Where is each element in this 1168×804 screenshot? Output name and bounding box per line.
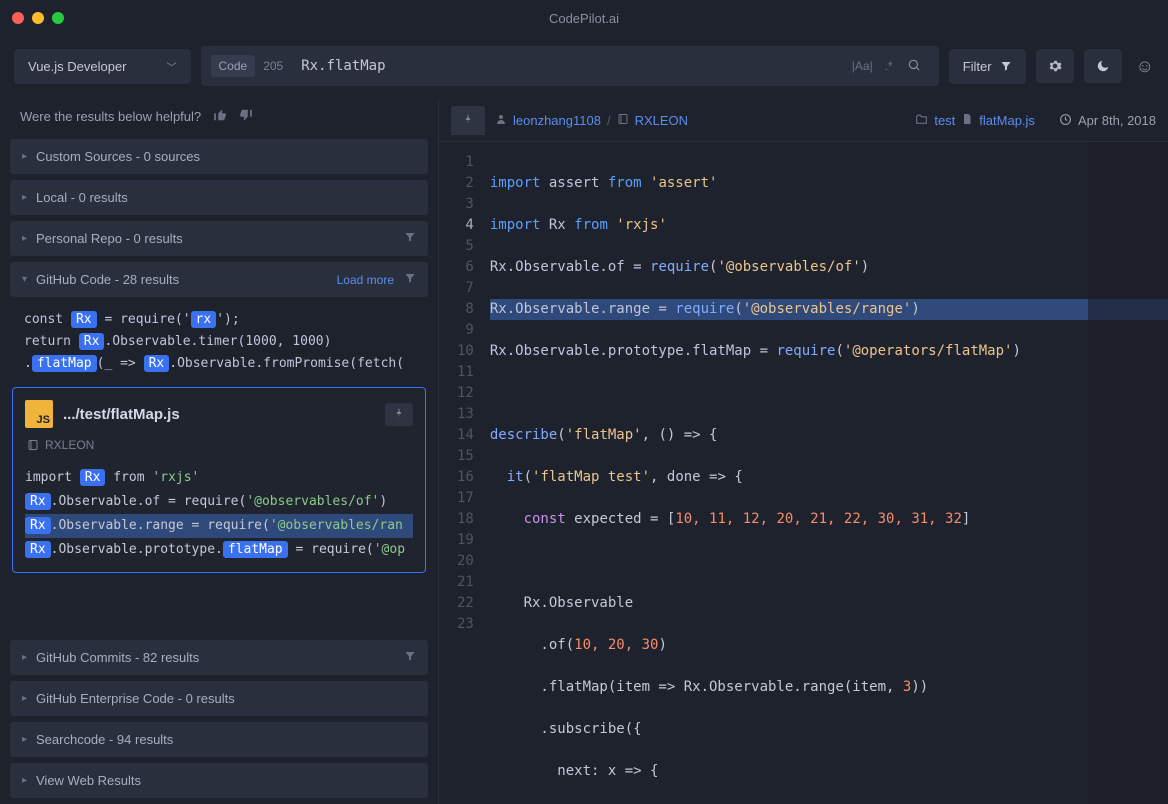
helpful-prompt: Were the results below helpful? [10,100,428,139]
source-web-results[interactable]: ▸ View Web Results [10,763,428,798]
regex-toggle[interactable]: .* [885,59,893,73]
user-icon [495,113,507,128]
code-viewer: leonzhang1108 / RXLEON test flatMap.js [438,100,1168,804]
caret-icon: ▸ [22,192,36,203]
date-text: Apr 8th, 2018 [1078,113,1156,128]
card-title: .../test/flatMap.js [63,406,375,423]
filter-icon[interactable] [404,650,416,665]
source-label: GitHub Enterprise Code - 0 results [36,691,416,706]
file-path: test flatMap.js [915,113,1035,129]
source-label: Personal Repo - 0 results [36,231,404,246]
code-content: import assert from 'assert' import Rx fr… [484,142,1168,804]
source-github-code[interactable]: ▾ GitHub Code - 28 results Load more [10,262,428,297]
result-card-selected[interactable]: JS .../test/flatMap.js RXLEON import Rx … [12,387,426,573]
highlight: Rx [71,311,97,328]
filter-label: Filter [963,59,992,74]
profile-dropdown[interactable]: Vue.js Developer ﹀ [14,49,191,84]
code-count: 205 [263,59,283,73]
search-icon[interactable] [899,58,929,75]
editor[interactable]: 1234567891011121314151617181920212223 im… [439,142,1168,804]
file-date: Apr 8th, 2018 [1059,113,1156,129]
card-header: JS .../test/flatMap.js [13,388,425,432]
repo-link[interactable]: RXLEON [635,113,688,128]
source-label: Custom Sources - 0 sources [36,149,416,164]
caret-icon: ▸ [22,693,36,704]
source-label: Searchcode - 94 results [36,732,416,747]
source-searchcode[interactable]: ▸ Searchcode - 94 results [10,722,428,757]
minimize-window[interactable] [32,12,44,24]
close-window[interactable] [12,12,24,24]
gear-icon [1048,59,1062,73]
source-github-commits[interactable]: ▸ GitHub Commits - 82 results [10,640,428,675]
search-input[interactable] [301,58,846,74]
source-personal-repo[interactable]: ▸ Personal Repo - 0 results [10,221,428,256]
author-link[interactable]: leonzhang1108 [513,113,601,128]
file-link[interactable]: flatMap.js [979,113,1035,128]
source-label: View Web Results [36,773,416,788]
source-label: GitHub Commits - 82 results [36,650,404,665]
file-icon [961,113,973,128]
source-label: Local - 0 results [36,190,416,205]
filter-button[interactable]: Filter [949,49,1026,84]
app-title: CodePilot.ai [549,11,619,26]
caret-icon: ▸ [22,734,36,745]
theme-toggle[interactable] [1084,49,1122,83]
window-controls [12,12,64,24]
profile-label: Vue.js Developer [28,59,127,74]
caret-icon: ▸ [22,652,36,663]
thumbs-down-icon[interactable] [239,108,253,125]
moon-icon [1096,59,1110,73]
code-pill[interactable]: Code [211,55,256,77]
caret-down-icon: ▾ [22,274,36,285]
result-snippet[interactable]: const Rx = require('rx'); return Rx.Obse… [10,303,428,381]
helpful-text: Were the results below helpful? [20,109,201,124]
thumbs-up-icon[interactable] [213,108,227,125]
js-badge: JS [25,400,53,428]
pinned-tab[interactable] [451,106,485,135]
card-repo: RXLEON [13,432,425,462]
chevron-down-icon: ﹀ [167,59,177,74]
folder-link[interactable]: test [934,113,955,128]
pin-icon [394,408,404,418]
folder-icon [915,113,928,129]
feedback-button[interactable]: ☺ [1136,56,1154,77]
settings-button[interactable] [1036,49,1074,83]
main: Were the results below helpful? ▸ Custom… [0,100,1168,804]
results-list: const Rx = require('rx'); return Rx.Obse… [10,303,428,640]
line-gutter: 1234567891011121314151617181920212223 [439,142,484,804]
toolbar: Vue.js Developer ﹀ Code 205 |Aa| .* Filt… [0,36,1168,100]
maximize-window[interactable] [52,12,64,24]
search-bar: Code 205 |Aa| .* [201,46,939,86]
pin-icon [463,114,473,124]
card-code: import Rx from 'rxjs' Rx.Observable.of =… [13,462,425,572]
clock-icon [1059,113,1072,129]
source-local[interactable]: ▸ Local - 0 results [10,180,428,215]
minimap[interactable] [1088,142,1168,804]
filter-icon [1000,60,1012,72]
repo-icon [27,439,39,451]
source-github-enterprise[interactable]: ▸ GitHub Enterprise Code - 0 results [10,681,428,716]
breadcrumb: leonzhang1108 / RXLEON [495,113,688,128]
filter-icon[interactable] [404,272,416,287]
pin-button[interactable] [385,403,413,426]
filter-icon[interactable] [404,231,416,246]
titlebar: CodePilot.ai [0,0,1168,36]
source-label: GitHub Code - 28 results [36,272,337,287]
caret-icon: ▸ [22,775,36,786]
source-custom[interactable]: ▸ Custom Sources - 0 sources [10,139,428,174]
repo-name: RXLEON [45,438,94,452]
caret-icon: ▸ [22,151,36,162]
caret-icon: ▸ [22,233,36,244]
load-more-link[interactable]: Load more [337,273,394,287]
sidebar: Were the results below helpful? ▸ Custom… [0,100,438,804]
viewer-header: leonzhang1108 / RXLEON test flatMap.js [439,100,1168,142]
repo-icon [617,113,629,128]
match-case-toggle[interactable]: |Aa| [852,59,873,73]
